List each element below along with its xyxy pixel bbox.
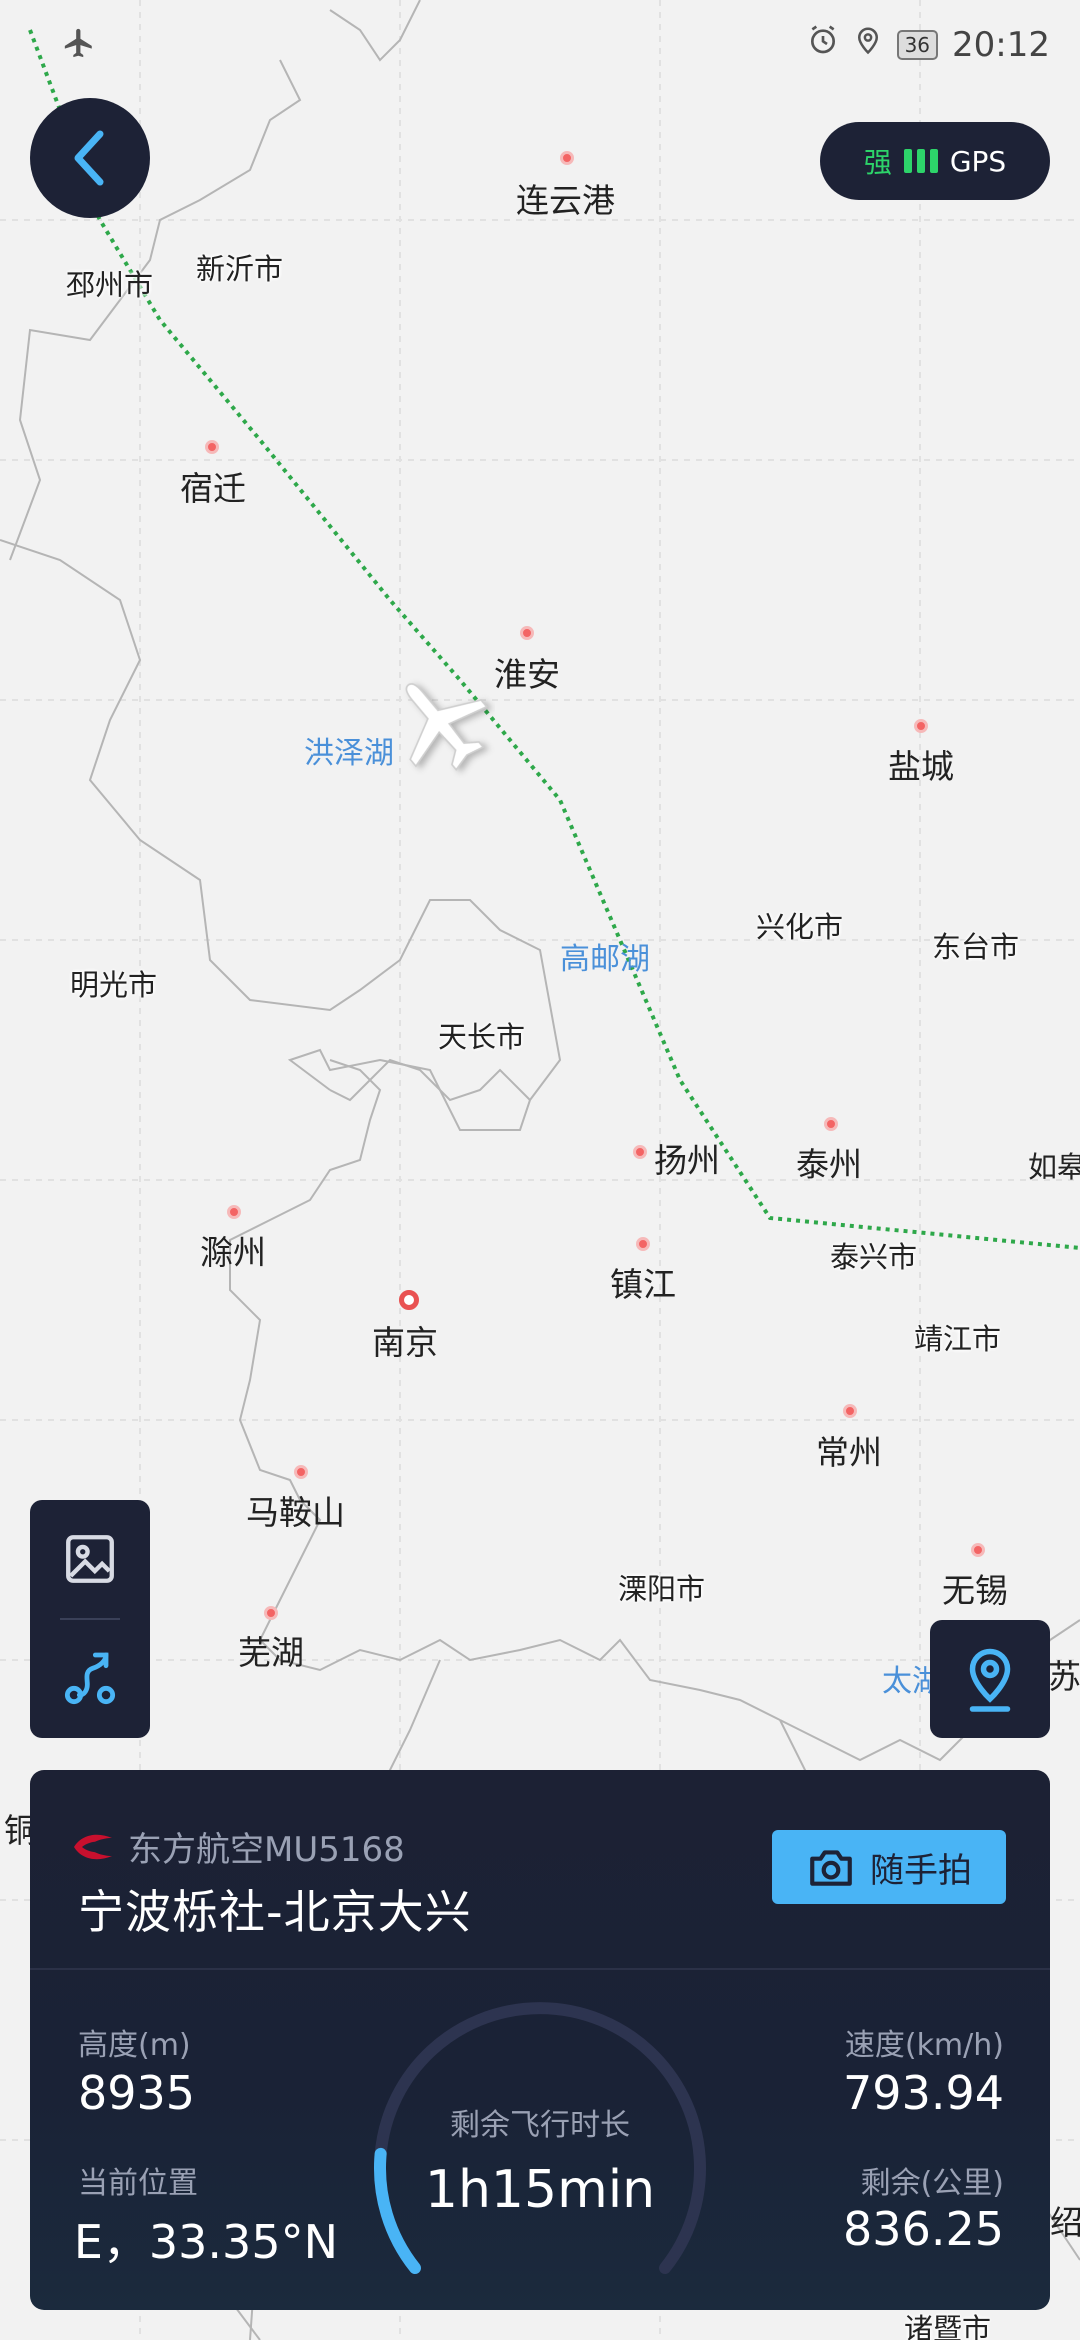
- city-label: 东台市: [932, 930, 1020, 964]
- city-label: 靖江市: [914, 1322, 1002, 1356]
- lake-label: 高邮湖: [560, 942, 650, 977]
- gps-label: GPS: [949, 144, 1007, 178]
- position-value-viewport: 121.58°E，33.35°N: [78, 2206, 338, 2266]
- city-label: 泰兴市: [830, 1240, 918, 1274]
- city-label: 扬州: [654, 1141, 720, 1180]
- city-dot: [633, 1145, 647, 1159]
- airline-flight-number: 东方航空MU5168: [128, 1830, 405, 1870]
- signal-bars-icon: [903, 149, 938, 173]
- camera-icon: [810, 1850, 852, 1886]
- city-label: 无锡: [942, 1571, 1008, 1610]
- city-label: 镇江: [610, 1265, 676, 1304]
- city-dot: [914, 719, 928, 733]
- city-label: 明光市: [70, 968, 158, 1002]
- airplane-mode-icon: [62, 26, 96, 69]
- city-dot: [520, 626, 534, 640]
- city-dot: [636, 1237, 650, 1251]
- airline-logo-icon: [74, 1834, 112, 1859]
- airplane-icon: [405, 683, 489, 772]
- image-icon: [66, 1535, 114, 1583]
- position-label: 当前位置: [78, 2166, 198, 2201]
- remaining-time-label: 剩余飞行时长: [450, 2108, 630, 2143]
- flight-route: 宁波栎社-北京大兴: [78, 1885, 472, 1939]
- city-label: 南京: [372, 1323, 438, 1362]
- city-label: 滁州: [200, 1233, 266, 1272]
- location-status-icon: [853, 24, 883, 65]
- city-label: 泰州: [796, 1145, 862, 1184]
- city-dot: [971, 1543, 985, 1557]
- city-dot: [205, 440, 219, 454]
- capital-dot: [399, 1290, 419, 1310]
- clock: 20:12: [952, 24, 1050, 65]
- city-label: 苏: [1048, 1657, 1080, 1696]
- city-label: 马鞍山: [246, 1493, 345, 1532]
- city-label: 诸暨市: [904, 2312, 992, 2340]
- gps-signal-indicator: 强 GPS: [820, 122, 1050, 200]
- gps-strength-label: 强: [863, 146, 892, 179]
- city-label: 盐城: [888, 747, 954, 786]
- battery-indicator: 36: [896, 29, 939, 60]
- flight-card-header: 东方航空MU5168 宁波栎社-北京大兴 随手拍: [30, 1770, 1050, 1970]
- flight-info-card: 东方航空MU5168 宁波栎社-北京大兴 随手拍 高度(m) 8935 速度(k…: [30, 1770, 1050, 2310]
- remaining-distance-label: 剩余(公里): [860, 2166, 1004, 2201]
- locate-plane-button[interactable]: [930, 1620, 1050, 1738]
- alarm-icon: [807, 24, 839, 65]
- city-dot: [227, 1205, 241, 1219]
- city-dot: [824, 1117, 838, 1131]
- altitude-value: 8935: [78, 2066, 196, 2120]
- snapshot-button[interactable]: 随手拍: [772, 1830, 1006, 1904]
- route-toggle-button[interactable]: [30, 1620, 150, 1738]
- route-icon: [64, 1652, 116, 1705]
- remaining-distance-value: 836.25: [843, 2202, 1004, 2256]
- city-label: 兴化市: [756, 910, 844, 944]
- position-value: 121.58°E，33.35°N: [78, 2215, 338, 2266]
- city-label: 新沂市: [196, 252, 284, 286]
- altitude-label: 高度(m): [78, 2028, 191, 2063]
- city-label: 宿迁: [180, 469, 246, 508]
- city-dot: [264, 1606, 278, 1620]
- chevron-left-icon: [74, 130, 104, 186]
- speed-label: 速度(km/h): [844, 2028, 1004, 2063]
- status-bar: 36 20:12: [0, 0, 1080, 90]
- airline-row: 东方航空MU5168: [72, 1822, 405, 1871]
- city-dot: [843, 1404, 857, 1418]
- city-label: 绍: [1050, 2203, 1080, 2242]
- city-label: 连云港: [516, 181, 615, 220]
- city-label: 常州: [816, 1433, 882, 1472]
- city-label: 如皋: [1028, 1150, 1080, 1184]
- city-dot: [294, 1465, 308, 1479]
- map-tool-panel: [30, 1500, 150, 1738]
- city-label: 芜湖: [238, 1633, 304, 1672]
- city-label: 淮安: [494, 655, 560, 694]
- city-label: 天长市: [438, 1020, 526, 1054]
- city-dot: [560, 151, 574, 165]
- city-label: 邳州市: [66, 268, 154, 302]
- snapshot-label: 随手拍: [870, 1850, 972, 1891]
- lake-label: 洪泽湖: [304, 736, 394, 771]
- location-pin-icon: [969, 1648, 1011, 1712]
- remaining-time-value: 1h15min: [424, 2160, 656, 2220]
- speed-value: 793.94: [843, 2066, 1004, 2120]
- back-button[interactable]: [30, 98, 150, 218]
- map-style-button[interactable]: [30, 1500, 150, 1618]
- city-label: 溧阳市: [618, 1572, 706, 1606]
